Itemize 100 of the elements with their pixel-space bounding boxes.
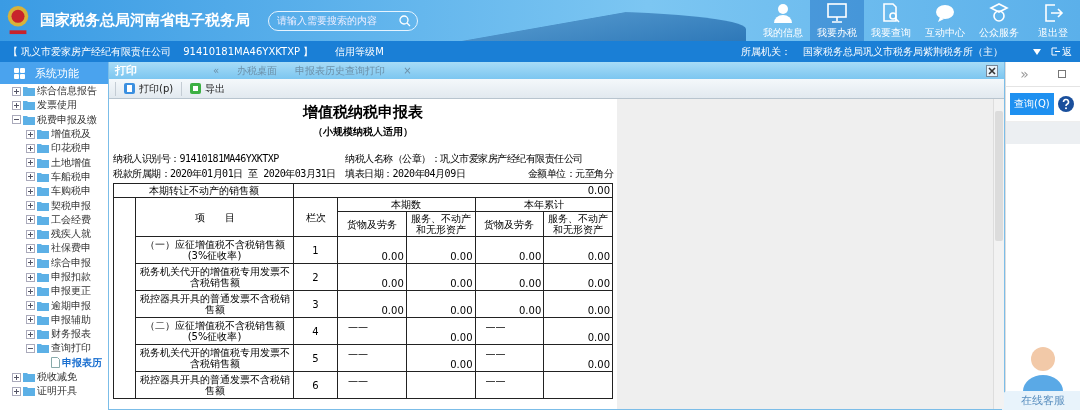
column-header: 本期数 (337, 197, 475, 212)
expand-toggle[interactable] (26, 215, 35, 225)
taxpayer-id: 纳税人识别号：91410181MA46YXKTXP (113, 151, 280, 166)
table-cell: 0.00 (293, 183, 613, 198)
tree-item[interactable]: 土地增值 (51, 155, 91, 170)
folder-icon (23, 86, 35, 97)
expand-toggle[interactable] (26, 186, 35, 196)
folder-icon (37, 314, 49, 325)
toolbar-button[interactable]: 打印(p) (115, 81, 182, 96)
table-cell: 税务机关代开的增值税专用发票不含税销售额 (135, 263, 294, 291)
column-header: 项 目 (135, 197, 294, 237)
table-cell: 0.00 (450, 305, 473, 316)
monitor-icon (826, 1, 848, 24)
table-cell: 5 (293, 344, 338, 372)
folder-icon (37, 329, 49, 340)
table-cell: 0.00 (450, 359, 473, 370)
form-subtitle: （小规模纳税人适用） (312, 125, 414, 139)
expand-toggle[interactable] (12, 115, 21, 125)
table-cell: 1 (293, 236, 338, 264)
table-cell: —— (348, 321, 368, 332)
table-cell: —— (485, 321, 506, 332)
tree-item[interactable]: 税收减免 (37, 370, 77, 385)
square-icon[interactable] (1057, 70, 1066, 78)
folder-icon (37, 257, 49, 268)
expand-toggle[interactable] (26, 344, 35, 353)
tree-item[interactable]: 社保费申 (51, 241, 91, 256)
expand-toggle[interactable] (26, 329, 35, 339)
expand-toggle[interactable] (12, 100, 21, 110)
folder-icon (37, 229, 49, 240)
tree-item[interactable]: 财务报表 (51, 327, 91, 342)
table-cell: —— (485, 348, 506, 359)
tree-item[interactable]: 车购税申 (51, 184, 91, 199)
expand-toggle[interactable] (26, 243, 35, 253)
table-cell: 本期转让不动产的销售额 (113, 183, 294, 198)
amount-unit: 金额单位：元至角分 (527, 166, 613, 181)
tree-item[interactable]: 申报更正 (51, 284, 91, 299)
form-title: 增值税纳税申报表 (301, 103, 424, 122)
column-header: 服务、不动产和无形资产 (543, 211, 613, 237)
folder-icon (37, 157, 49, 168)
expand-toggle[interactable] (26, 201, 35, 210)
tree-item[interactable]: 查询打印 (51, 341, 91, 356)
taxpayer-name: 纳税人名称（公章）：巩义市爱家房产经纪有限责任公司 (345, 151, 583, 166)
folder-icon (23, 372, 35, 383)
tree-item[interactable]: 印花税申 (51, 141, 91, 156)
toolbar-button[interactable]: 导出 (181, 81, 234, 96)
expand-toggle[interactable] (26, 286, 35, 296)
tree-item[interactable]: 残疾人就 (51, 227, 91, 242)
table-cell: 0.00 (519, 305, 542, 316)
tree-item[interactable]: 申报表历 (62, 355, 102, 370)
column-header: 栏次 (293, 197, 338, 237)
column-header: 服务、不动产和无形资产 (406, 211, 475, 237)
site-title: 国家税务总局河南省电子税务局 (40, 11, 250, 30)
expand-toggle[interactable] (26, 143, 35, 153)
expand-toggle[interactable] (12, 386, 21, 396)
expand-toggle[interactable] (26, 315, 35, 325)
tree-item[interactable]: 综合信息报告 (37, 84, 97, 99)
help-icon[interactable] (1057, 96, 1074, 112)
table-cell: 税控器具开具的普通发票不含税销售额 (135, 371, 294, 399)
expand-toggle[interactable] (26, 301, 35, 311)
caret-icon[interactable] (1033, 48, 1041, 55)
table-cell: 0.00 (519, 251, 542, 262)
table-cell: 0.00 (381, 251, 404, 262)
tree-item[interactable]: 工会经费 (51, 212, 91, 227)
authority-value: 国家税务总局巩义市税务局紫荆税务所（主） (803, 44, 1003, 59)
tree-item[interactable]: 申报辅助 (51, 312, 91, 327)
table-cell: 0.00 (587, 359, 610, 370)
tree-item[interactable]: 证明开具 (37, 384, 77, 399)
tree-item[interactable]: 逾期申报 (51, 298, 91, 313)
tree-item[interactable]: 车船税申 (51, 169, 91, 184)
expand-toggle[interactable] (26, 172, 35, 182)
table-cell: 税务机关代开的增值税专用发票不含税销售额 (135, 344, 294, 372)
tree-item[interactable]: 契税申报 (51, 198, 91, 213)
table-cell: —— (485, 375, 506, 386)
table-cell: 0.00 (381, 305, 404, 316)
expand-toggle[interactable] (26, 229, 35, 239)
table-cell: 税控器具开具的普通发票不含税销售额 (135, 290, 294, 318)
expand-toggle[interactable] (26, 129, 35, 139)
dialog-title: 打印 (115, 63, 138, 78)
table-cell: 0.00 (450, 251, 473, 262)
expand-toggle[interactable] (26, 272, 35, 282)
expand-toggle[interactable] (12, 372, 21, 382)
tree-item[interactable]: 税费申报及缴 (37, 112, 97, 127)
table-cell: （二）应征增值税不含税销售额(5%征收率) (135, 317, 294, 345)
fill-date: 填表日期：2020年04月09日 (345, 166, 466, 181)
scrollbar[interactable] (993, 99, 1004, 409)
expand-toggle[interactable] (12, 86, 21, 96)
tree-item[interactable]: 综合申报 (51, 255, 91, 270)
folder-icon (37, 129, 49, 140)
grid-icon (14, 67, 25, 79)
close-icon[interactable] (986, 64, 998, 77)
expand-toggle[interactable] (26, 258, 35, 268)
folder-icon (37, 300, 49, 311)
expand-toggle[interactable] (26, 158, 35, 168)
folder-icon (37, 272, 49, 282)
back-link[interactable]: 返 (1051, 44, 1072, 59)
table-cell: 0.00 (587, 305, 610, 316)
tree-item[interactable]: 发票使用 (37, 98, 77, 113)
tree-item[interactable]: 申报扣款 (51, 270, 91, 284)
document-icon (51, 357, 60, 369)
tree-item[interactable]: 增值税及 (51, 127, 91, 142)
